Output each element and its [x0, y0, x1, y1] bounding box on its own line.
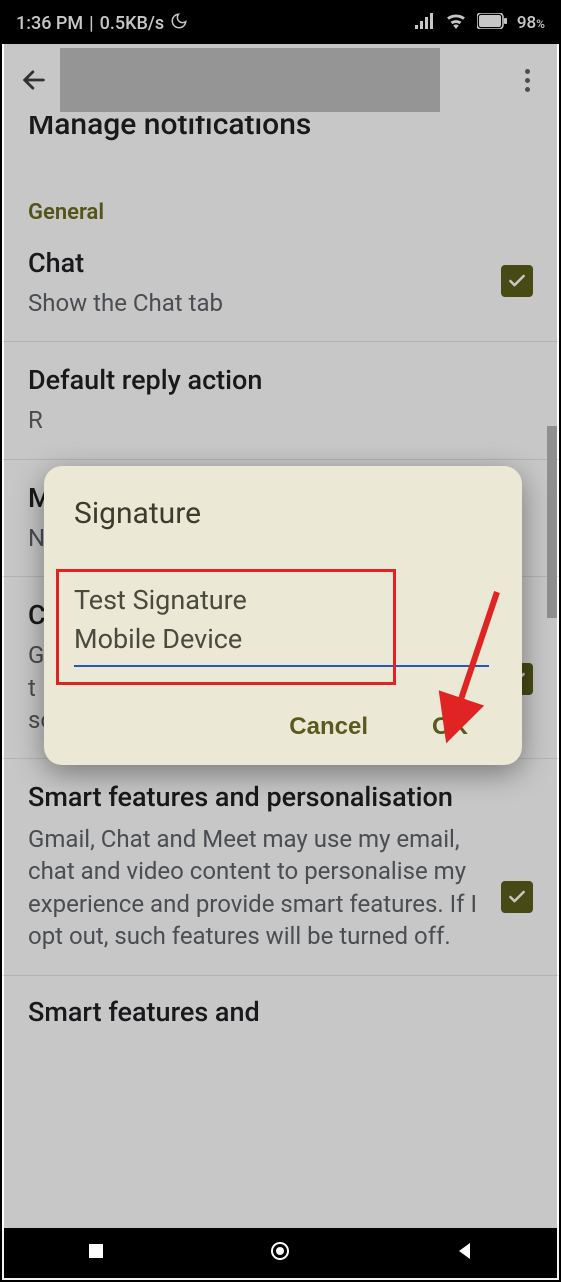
- system-nav-bar: [4, 1228, 557, 1278]
- signal-icon: [415, 13, 435, 34]
- battery-icon: [477, 13, 507, 34]
- nav-recent-button[interactable]: [86, 1241, 106, 1265]
- setting-smart-features[interactable]: Smart features and personalisation Gmail…: [2, 759, 559, 975]
- setting-chat[interactable]: Chat Show the Chat tab: [2, 225, 559, 342]
- wifi-icon: [445, 13, 467, 34]
- cancel-button[interactable]: Cancel: [289, 713, 368, 741]
- setting-subtitle: Show the Chat tab: [28, 287, 491, 319]
- battery-percent: 98%: [517, 13, 545, 33]
- moon-icon: [170, 12, 188, 35]
- setting-default-reply[interactable]: Default reply action R: [2, 342, 559, 459]
- setting-title: Smart features and personalisation: [28, 781, 491, 815]
- setting-subtitle: Gmail, Chat and Meet may use my email, c…: [28, 823, 491, 953]
- setting-title: Default reply action: [28, 364, 533, 396]
- setting-title: Chat: [28, 247, 491, 279]
- checkbox-smart[interactable]: [501, 881, 533, 913]
- annotation-arrow: [402, 584, 512, 764]
- setting-subtitle: R: [28, 404, 533, 436]
- back-button[interactable]: [14, 66, 54, 94]
- status-network-speed: 0.5KB/s: [100, 13, 165, 34]
- overflow-menu-button[interactable]: [507, 69, 547, 92]
- setting-cut-bottom[interactable]: Smart features and: [2, 976, 559, 1028]
- nav-home-button[interactable]: [270, 1241, 290, 1265]
- dialog-title: Signature: [74, 496, 492, 531]
- app-toolbar: [2, 44, 559, 116]
- annotation-highlight: [56, 569, 396, 685]
- nav-back-button[interactable]: [455, 1241, 475, 1265]
- status-bar: 1:36 PM | 0.5KB/s 98%: [2, 2, 559, 44]
- section-general: General: [2, 200, 559, 225]
- account-redacted: [60, 48, 440, 112]
- checkbox-chat[interactable]: [501, 265, 533, 297]
- status-time: 1:36 PM: [16, 13, 83, 34]
- scrollbar-thumb[interactable]: [547, 426, 557, 618]
- setting-cut-top[interactable]: Manage notifications: [2, 116, 559, 144]
